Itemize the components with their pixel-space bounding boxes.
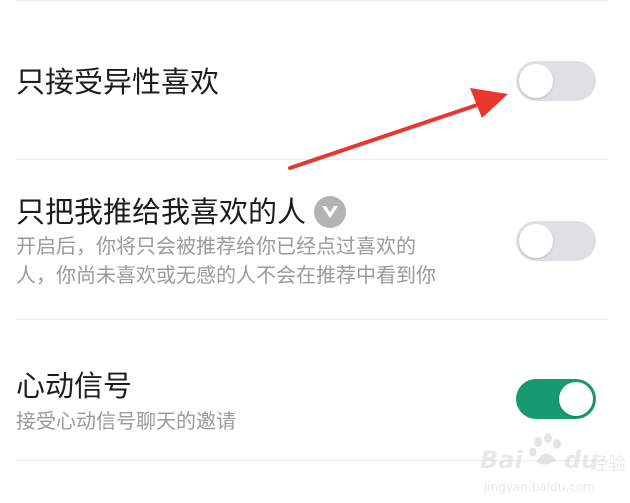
setting-title-heart-signal: 心动信号 [16,369,133,403]
setting-desc-line2: 人，你尚未喜欢或无感的人不会在推荐中看到你 [16,263,436,287]
paw-logo-icon [529,433,561,465]
toggle-heart-signal[interactable] [516,379,596,419]
watermark-label: 经验 [590,454,626,475]
setting-row-push-to-liked: 只把我推给我喜欢的人 开启后，你将只会被推荐给你已经点过喜欢的 人，你尚未喜欢或… [0,160,630,320]
watermark-brand: Bai [480,446,523,474]
toggle-knob [559,382,593,416]
toggle-knob [519,64,553,98]
baidu-jingyan-watermark: Bai du 经验 jingyan.baidu.com [478,428,626,500]
watermark-url: jingyan.baidu.com [484,480,595,494]
setting-title-opposite-sex: 只接受异性喜欢 [16,65,220,99]
toggle-knob [519,224,553,258]
setting-desc-line1: 开启后，你将只会被推荐给你已经点过喜欢的 [16,234,416,258]
toggle-opposite-sex[interactable] [516,61,596,101]
setting-title-push-to-liked: 只把我推给我喜欢的人 [16,195,307,229]
toggle-push-to-liked[interactable] [516,221,596,261]
v-vip-icon [314,196,346,228]
setting-row-opposite-sex: 只接受异性喜欢 [0,0,630,160]
setting-desc-heart-signal: 接受心动信号聊天的邀请 [16,409,236,433]
